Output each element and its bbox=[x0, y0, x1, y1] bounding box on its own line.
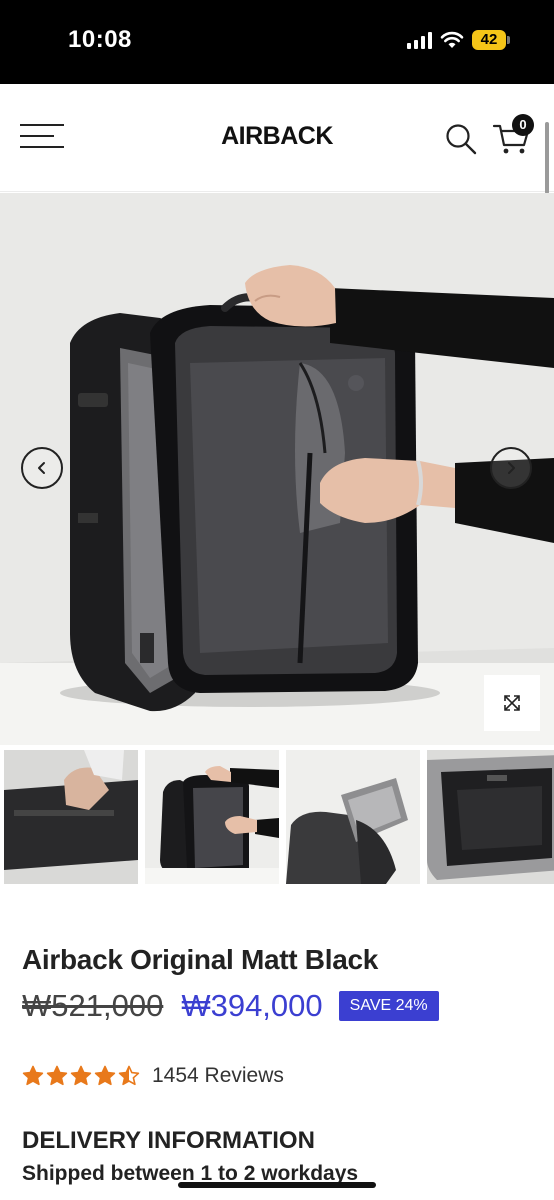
status-bar: 10:08 42 bbox=[0, 0, 554, 84]
backpack-photo bbox=[0, 193, 554, 745]
price-row: ₩521,000 ₩394,000 SAVE 24% bbox=[22, 986, 439, 1026]
chevron-left-icon bbox=[38, 462, 45, 474]
sale-price: ₩394,000 bbox=[181, 988, 323, 1023]
gallery-next-button[interactable] bbox=[490, 447, 532, 489]
rating-row[interactable]: 1454 Reviews bbox=[22, 1061, 284, 1091]
thumbnail-4[interactable] bbox=[427, 750, 554, 884]
zoom-button[interactable] bbox=[484, 675, 540, 731]
battery-icon: 42 bbox=[472, 30, 510, 50]
star-half-icon bbox=[118, 1065, 140, 1086]
star-rating bbox=[22, 1065, 140, 1087]
original-price: ₩521,000 bbox=[22, 988, 164, 1023]
product-title: Airback Original Matt Black bbox=[22, 944, 379, 975]
product-main-image[interactable] bbox=[0, 193, 554, 745]
expand-icon bbox=[504, 695, 520, 711]
battery-level: 42 bbox=[472, 30, 506, 50]
gallery-prev-button[interactable] bbox=[21, 447, 63, 489]
reviews-link[interactable]: 1454 Reviews bbox=[152, 1064, 284, 1088]
search-button[interactable] bbox=[444, 122, 478, 156]
search-icon bbox=[446, 124, 477, 155]
chevron-right-icon bbox=[508, 462, 515, 474]
star-icon bbox=[46, 1065, 68, 1086]
home-indicator bbox=[178, 1182, 376, 1188]
site-header: AIRBACK bbox=[0, 84, 554, 192]
star-icon bbox=[22, 1065, 44, 1086]
signal-icon bbox=[407, 31, 432, 49]
star-icon bbox=[94, 1065, 116, 1086]
page-scrollbar[interactable] bbox=[545, 122, 549, 194]
status-icons: 42 bbox=[407, 30, 510, 50]
thumbnail-2[interactable] bbox=[145, 750, 279, 884]
thumbnail-3[interactable] bbox=[286, 750, 420, 884]
wifi-icon bbox=[440, 31, 464, 49]
save-badge: SAVE 24% bbox=[338, 991, 439, 1021]
status-time: 10:08 bbox=[68, 26, 132, 53]
star-icon bbox=[70, 1065, 92, 1086]
delivery-title: DELIVERY INFORMATION bbox=[22, 1127, 315, 1154]
thumbnail-1[interactable] bbox=[4, 750, 138, 884]
cart-count-badge: 0 bbox=[512, 114, 534, 136]
thumbnail-strip bbox=[0, 750, 554, 886]
